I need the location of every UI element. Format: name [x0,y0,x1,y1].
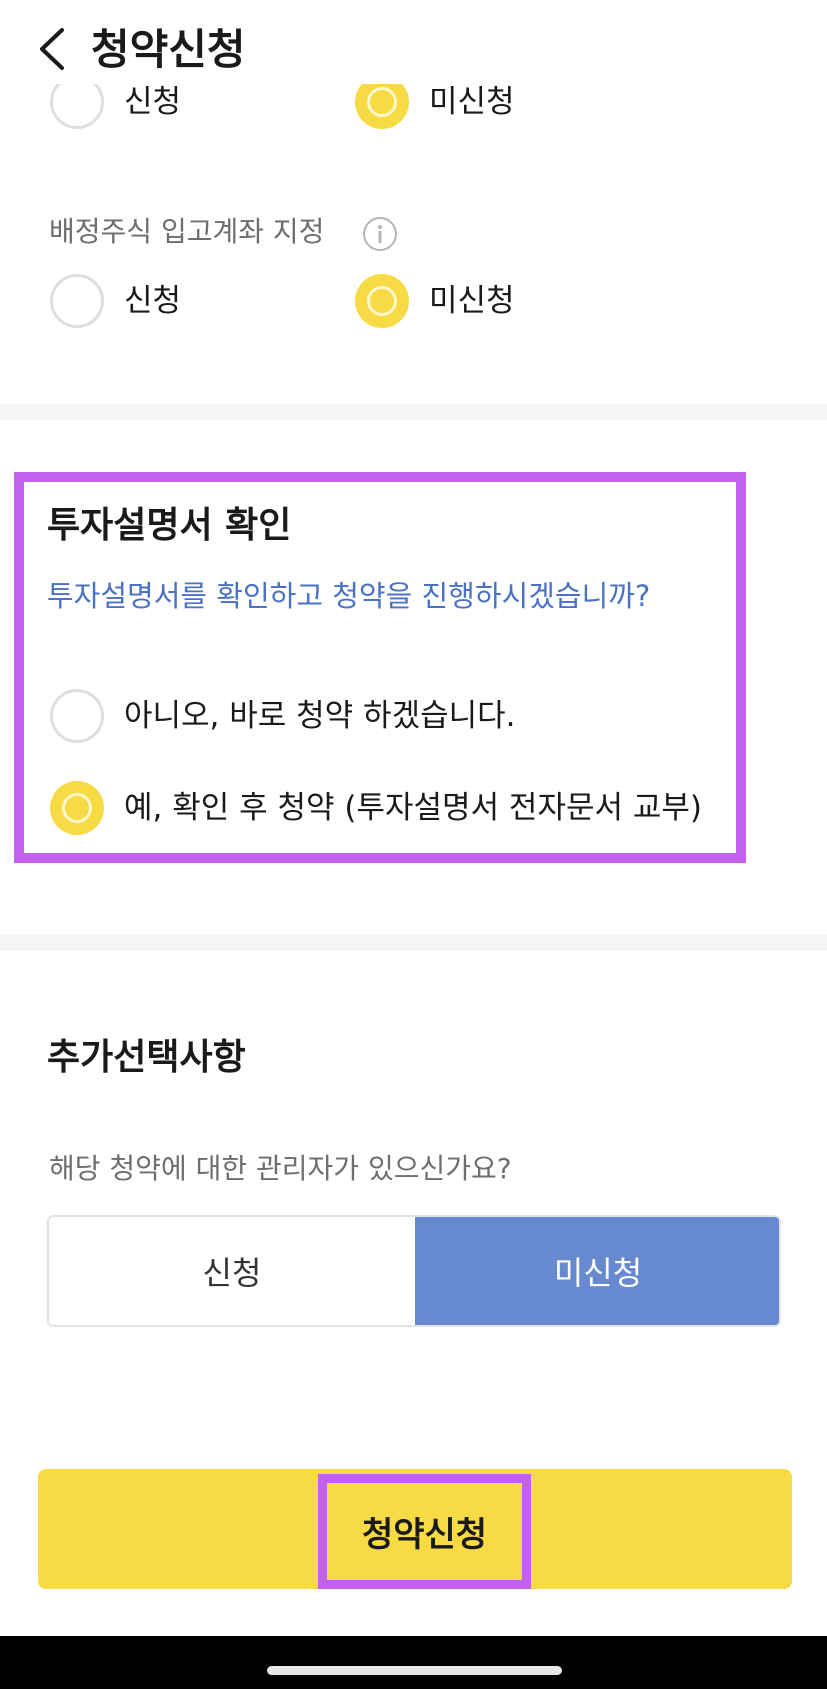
top-option-not-apply[interactable]: 미신청 [355,84,515,130]
radio-unchecked[interactable] [50,689,104,743]
section-divider [0,935,827,951]
manager-toggle: 신청 미신청 [47,1215,781,1327]
chevron-left-icon[interactable] [34,26,74,72]
radio-label: 예, 확인 후 청약 (투자설명서 전자문서 교부) [124,790,703,826]
radio-label: 신청 [124,84,182,120]
submit-label: 청약신청 [361,1515,488,1555]
info-icon[interactable] [362,216,398,252]
manager-apply-button[interactable]: 신청 [49,1217,415,1325]
radio-label: 신청 [124,283,182,319]
radio-label: 미신청 [429,283,515,319]
radio-label: 아니오, 바로 청약 하겠습니다. [124,698,516,734]
prospectus-option-yes[interactable]: 예, 확인 후 청약 (투자설명서 전자문서 교부) [50,780,702,836]
allocation-account-label: 배정주식 입고계좌 지정 [49,215,325,248]
radio-checked[interactable] [50,781,104,835]
scrolled-options-clip: 신청 미신청 [0,84,827,148]
radio-checked[interactable] [355,84,409,129]
radio-unchecked[interactable] [50,274,104,328]
page-title: 청약신청 [91,25,246,74]
allocation-option-not-apply[interactable]: 미신청 [355,273,515,329]
prospectus-question: 투자설명서를 확인하고 청약을 진행하시겠습니까? [47,579,651,613]
submit-highlight: 청약신청 [318,1474,531,1589]
home-indicator[interactable] [267,1666,562,1675]
system-nav-bar [0,1636,827,1689]
section-divider [0,404,827,420]
allocation-option-apply[interactable]: 신청 [50,273,181,329]
radio-label: 미신청 [429,84,515,120]
manager-question: 해당 청약에 대한 관리자가 있으신가요? [49,1152,512,1185]
prospectus-title: 투자설명서 확인 [47,505,292,546]
top-option-apply[interactable]: 신청 [50,84,181,130]
radio-checked[interactable] [355,274,409,328]
prospectus-option-no[interactable]: 아니오, 바로 청약 하겠습니다. [50,688,516,744]
manager-not-apply-button[interactable]: 미신청 [415,1217,779,1325]
additional-title: 추가선택사항 [47,1037,246,1078]
radio-unchecked[interactable] [50,84,104,129]
